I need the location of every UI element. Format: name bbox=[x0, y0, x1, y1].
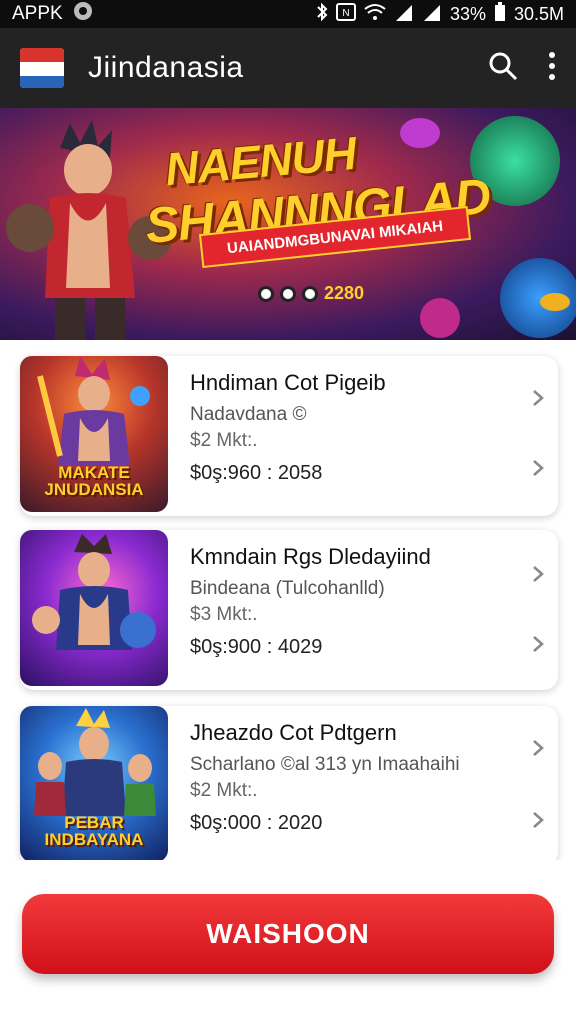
chevron-right-icon[interactable] bbox=[530, 566, 546, 582]
game-meta: $0ş:000 : 2020 bbox=[190, 812, 323, 834]
game-title: Jheazdo Cot Pdtgern bbox=[190, 720, 397, 745]
fighter-illustration bbox=[32, 534, 156, 650]
svg-text:N: N bbox=[342, 8, 349, 19]
game-price: $2 Mkt:. bbox=[190, 430, 258, 451]
chevron-right-icon[interactable] bbox=[530, 390, 546, 406]
nfc-icon: N bbox=[335, 2, 356, 26]
bluetooth-icon bbox=[316, 2, 328, 27]
chevron-right-icon[interactable] bbox=[530, 460, 546, 476]
chevron-right-icon[interactable] bbox=[530, 812, 546, 828]
list-item[interactable]: MAKATE JNUDANSIA Hndiman Cot Pigeib Nada… bbox=[20, 356, 558, 516]
decor-coin bbox=[540, 293, 570, 311]
data-usage: 30.5M bbox=[513, 3, 564, 24]
coin-dot-icon bbox=[258, 285, 274, 302]
coin-count: 2280 bbox=[324, 283, 365, 303]
chevron-right-icon[interactable] bbox=[530, 636, 546, 652]
signal-icon-1 bbox=[394, 3, 414, 26]
search-icon[interactable] bbox=[488, 51, 518, 86]
battery-percent: 33% bbox=[449, 3, 486, 24]
list-item[interactable]: Kmndain Rgs Dledayiind Bindeana (Tulcoha… bbox=[20, 530, 558, 690]
primary-action-button[interactable]: WAISHOON bbox=[22, 894, 554, 974]
game-meta: $0ş:900 : 4029 bbox=[190, 636, 323, 658]
coin-dot-icon bbox=[302, 285, 318, 302]
battery-icon bbox=[494, 1, 506, 27]
carrier-label: APPK bbox=[12, 3, 63, 24]
chevron-right-icon[interactable] bbox=[530, 740, 546, 756]
game-thumbnail bbox=[20, 530, 168, 686]
coin-dot-icon bbox=[280, 285, 296, 302]
app-bar: Jiindanasia bbox=[0, 28, 576, 108]
thumbnail-label: MAKATE JNUDANSIA bbox=[44, 463, 144, 499]
status-bar: APPK N 33% 30.5M bbox=[0, 0, 576, 28]
list-item[interactable]: PEBAR INDBAYANA Jheazdo Cot Pdtgern Scha… bbox=[20, 706, 558, 860]
game-list: MAKATE JNUDANSIA Hndiman Cot Pigeib Nada… bbox=[0, 340, 576, 860]
decor-orb bbox=[420, 298, 460, 338]
wifi-icon bbox=[364, 3, 386, 26]
game-title: Hndiman Cot Pigeib bbox=[190, 370, 386, 395]
game-thumbnail: PEBAR INDBAYANA bbox=[20, 706, 168, 860]
banner-coins: 2280 bbox=[258, 283, 364, 304]
game-title: Kmndain Rgs Dledayiind bbox=[190, 544, 431, 569]
game-subtitle: Bindeana (Tulcohanlld) bbox=[190, 578, 385, 599]
game-price: $3 Mkt:. bbox=[190, 604, 258, 625]
footer: WAISHOON bbox=[0, 860, 576, 1024]
app-title: Jiindanasia bbox=[88, 51, 244, 84]
game-meta: $0ş:960 : 2058 bbox=[190, 462, 323, 484]
app-logo-flag bbox=[20, 48, 64, 88]
more-options-icon[interactable] bbox=[548, 51, 556, 86]
thumbnail-label: PEBAR INDBAYANA bbox=[44, 813, 144, 849]
game-subtitle: Nadavdana © bbox=[190, 404, 307, 425]
signal-icon-2 bbox=[422, 3, 442, 26]
notification-icon bbox=[73, 1, 93, 27]
decor-orb bbox=[400, 118, 440, 148]
promo-banner[interactable]: NAENUH SHANNNGLAD UAIANDMGBUNAVAI MIKAIA… bbox=[0, 108, 576, 340]
game-price: $2 Mkt:. bbox=[190, 780, 258, 801]
game-subtitle: Scharlano ©al 313 yn Imaahaihi bbox=[190, 754, 460, 775]
game-thumbnail: MAKATE JNUDANSIA bbox=[20, 356, 168, 512]
